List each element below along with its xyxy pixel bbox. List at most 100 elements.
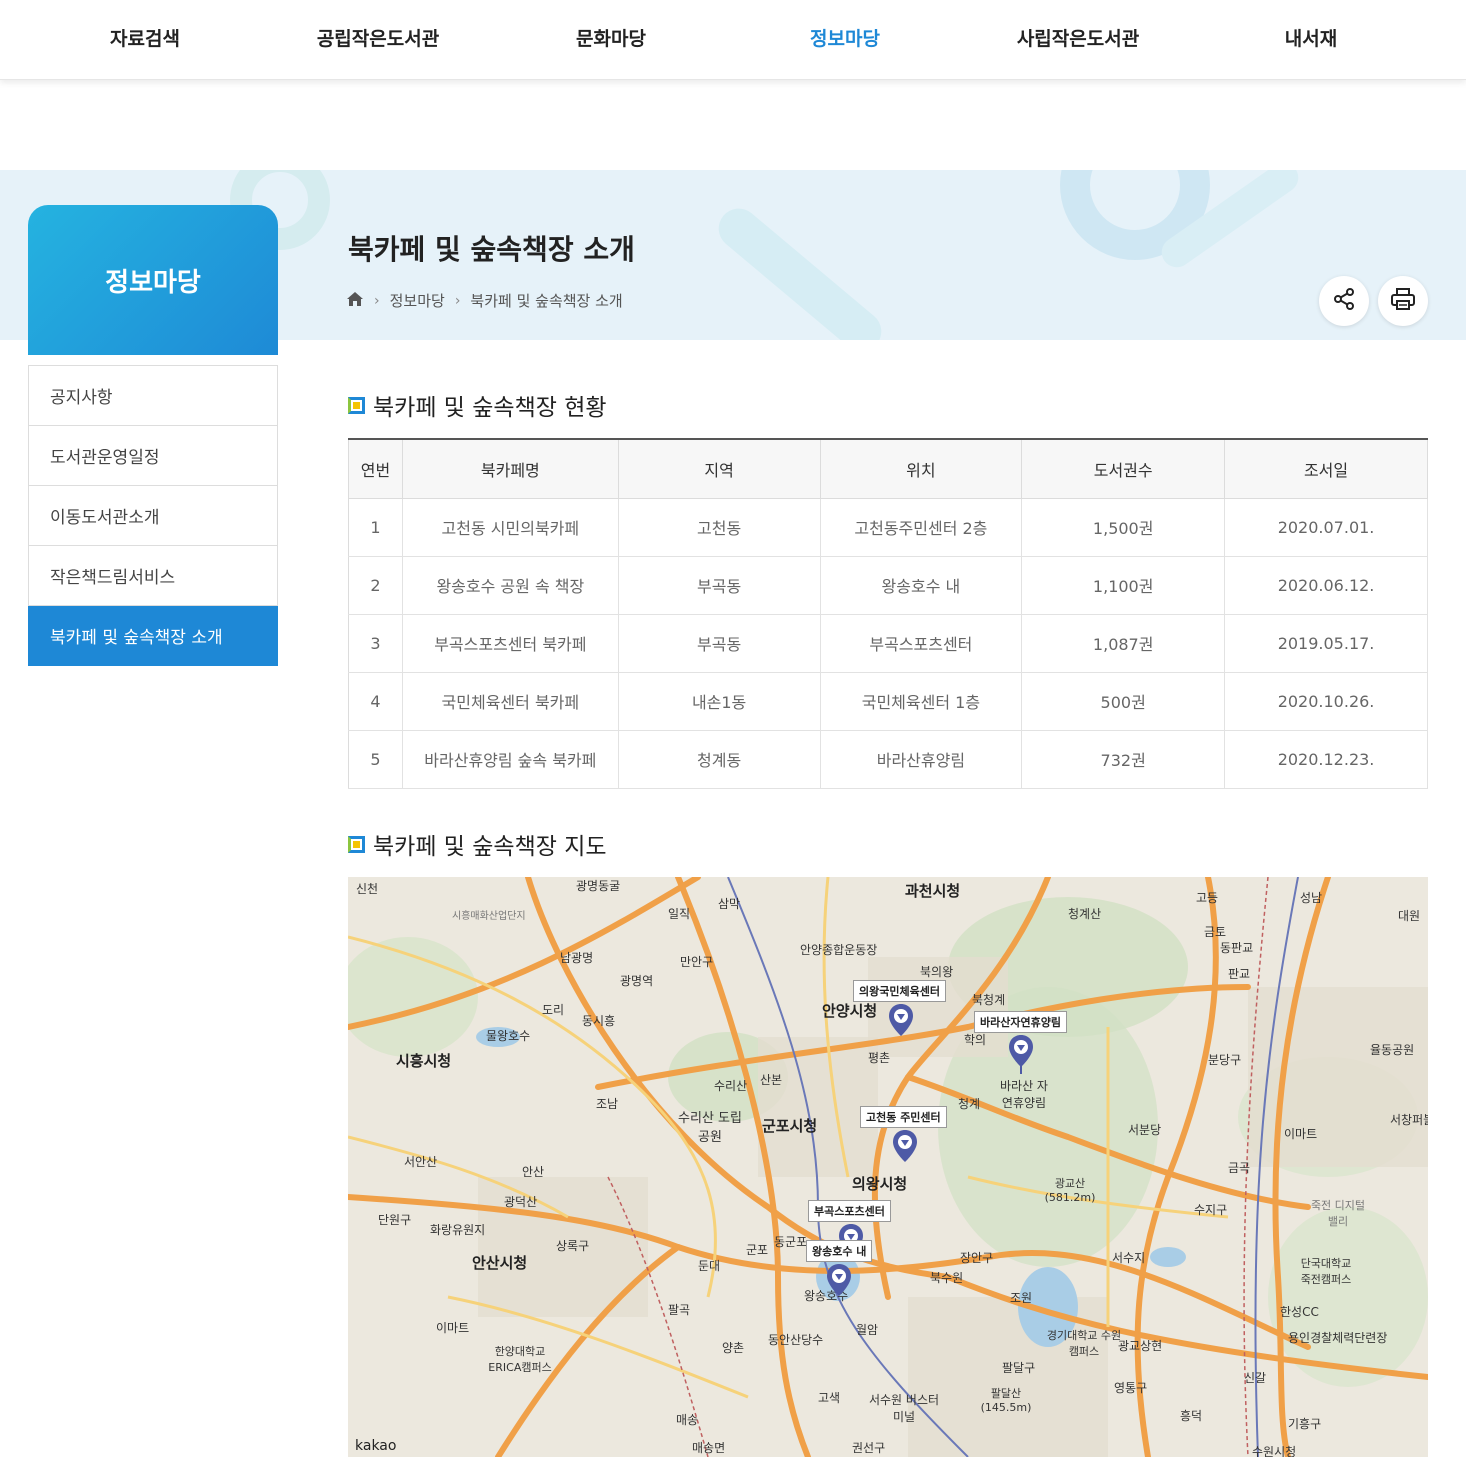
share-button[interactable] bbox=[1319, 276, 1369, 326]
table-cell: 2020.10.26. bbox=[1224, 671, 1428, 731]
place-label: 팔달산 (145.5m) bbox=[980, 1387, 1032, 1414]
book-cafe-table: 연번 북카페명 지역 위치 도서권수 조서일 1 고천동 시민의북카페 고천동 … bbox=[348, 438, 1428, 789]
place-label: 일직 bbox=[668, 907, 691, 921]
table-cell: 바라산휴양림 숲속 북카페 bbox=[401, 729, 619, 789]
banner-decoration bbox=[710, 200, 890, 340]
place-label: 동판교 bbox=[1220, 941, 1254, 955]
map-marker-label[interactable]: 왕송호수 내 bbox=[806, 1240, 873, 1262]
city-label: 과천시청 bbox=[905, 882, 961, 900]
place-label: 팔달구 bbox=[1002, 1361, 1036, 1375]
place-label: 이마트 bbox=[1284, 1127, 1318, 1141]
breadcrumb-item[interactable]: 북카페 및 숲속책장 소개 bbox=[470, 290, 622, 311]
column-header: 도서권수 bbox=[1021, 439, 1226, 499]
share-icon bbox=[1332, 287, 1356, 315]
place-label: 서안산 bbox=[404, 1155, 438, 1169]
column-header: 위치 bbox=[819, 439, 1023, 499]
top-navigation: 자료검색 공립작은도서관 문화마당 정보마당 사립작은도서관 내서재 bbox=[0, 0, 1466, 80]
table-cell: 1,087권 bbox=[1021, 613, 1226, 673]
place-label: 산본 bbox=[760, 1073, 783, 1087]
section-title-map: 북카페 및 숲속책장 지도 bbox=[348, 827, 607, 861]
table-cell: 고천동 bbox=[617, 497, 821, 557]
place-label: 성남 bbox=[1300, 891, 1323, 905]
place-label: 동군포 bbox=[774, 1235, 808, 1249]
place-label: 삼막 bbox=[718, 897, 741, 911]
nav-item-private-library[interactable]: 사립작은도서관 bbox=[1017, 24, 1139, 51]
column-header: 연번 bbox=[348, 439, 403, 499]
place-label: 대원 bbox=[1398, 909, 1421, 923]
place-label: 화랑유원지 bbox=[430, 1223, 486, 1237]
table-row: 2 왕송호수 공원 속 책장 부곡동 왕송호수 내 1,100권 2020.06… bbox=[348, 555, 1428, 615]
sidebar-menu: 공지사항 도서관운영일정 이동도서관소개 작은책드림서비스 북카페 및 숲속책장… bbox=[28, 365, 278, 666]
place-label: 판교 bbox=[1228, 967, 1251, 981]
place-label: 학의 bbox=[964, 1033, 987, 1047]
print-button[interactable] bbox=[1378, 276, 1428, 326]
place-label: 팔곡 bbox=[668, 1303, 691, 1317]
place-label: 신갈 bbox=[1244, 1371, 1267, 1385]
table-cell: 2020.12.23. bbox=[1224, 729, 1428, 789]
place-label: 단원구 bbox=[378, 1213, 412, 1227]
place-label: 광명동굴 bbox=[576, 879, 621, 893]
map-marker-label[interactable]: 고천동 주민센터 bbox=[860, 1106, 947, 1128]
home-icon[interactable] bbox=[346, 291, 364, 311]
place-label: 용인경찰체력단련장 bbox=[1288, 1331, 1388, 1345]
table-cell: 고천동주민센터 2층 bbox=[819, 497, 1023, 557]
table-cell: 1,500권 bbox=[1021, 497, 1226, 557]
place-label: 분당구 bbox=[1208, 1053, 1242, 1067]
sidebar-item-book-dream[interactable]: 작은책드림서비스 bbox=[28, 546, 278, 606]
print-icon bbox=[1390, 287, 1416, 315]
sidebar-item-book-cafe[interactable]: 북카페 및 숲속책장 소개 bbox=[28, 606, 278, 666]
place-label: 북청계 bbox=[972, 993, 1006, 1007]
city-label: 의왕시청 bbox=[852, 1175, 908, 1193]
place-label: 남광명 bbox=[560, 951, 594, 965]
place-label: 영통구 bbox=[1114, 1381, 1148, 1395]
table-row: 1 고천동 시민의북카페 고천동 고천동주민센터 2층 1,500권 2020.… bbox=[348, 497, 1428, 557]
place-label: 수지구 bbox=[1194, 1203, 1228, 1217]
place-label: 이마트 bbox=[436, 1321, 470, 1335]
map-marker-label[interactable]: 바라산자연휴양림 bbox=[974, 1011, 1067, 1033]
map-view[interactable]: 과천시청 안양시청 시흥시청 군포시청 의왕시청 안산시청 신천 광명동굴 일직… bbox=[348, 877, 1428, 1457]
sidebar-item-notice[interactable]: 공지사항 bbox=[28, 366, 278, 426]
place-label: 안양종합운동장 bbox=[800, 943, 878, 957]
map-marker-label[interactable]: 의왕국민체육센터 bbox=[853, 980, 946, 1002]
map-marker-label[interactable]: 부곡스포츠센터 bbox=[808, 1200, 891, 1222]
nav-item-search[interactable]: 자료검색 bbox=[110, 24, 180, 51]
map-marker-icon[interactable] bbox=[892, 1129, 918, 1163]
city-label: 안산시청 bbox=[472, 1254, 528, 1272]
table-cell: 국민체육센터 1층 bbox=[819, 671, 1023, 731]
nav-item-public-library[interactable]: 공립작은도서관 bbox=[317, 24, 439, 51]
place-label: 평촌 bbox=[868, 1051, 891, 1065]
table-cell: 5 bbox=[348, 729, 403, 789]
place-label: 조원 bbox=[1010, 1291, 1033, 1305]
place-label: 청계 bbox=[958, 1097, 981, 1111]
table-cell: 732권 bbox=[1021, 729, 1226, 789]
table-cell: 3 bbox=[348, 613, 403, 673]
table-cell: 고천동 시민의북카페 bbox=[401, 497, 619, 557]
place-label: 시흥매화산업단지 bbox=[452, 911, 526, 922]
map-marker-icon[interactable] bbox=[1008, 1034, 1034, 1074]
place-label: 광교상현 bbox=[1118, 1339, 1163, 1353]
table-row: 4 국민체육센터 북카페 내손1동 국민체육센터 1층 500권 2020.10… bbox=[348, 671, 1428, 731]
table-row: 5 바라산휴양림 숲속 북카페 청계동 바라산휴양림 732권 2020.12.… bbox=[348, 729, 1428, 789]
place-label: 수리산 도립공원 bbox=[678, 1111, 742, 1145]
nav-item-info[interactable]: 정보마당 bbox=[810, 24, 880, 51]
nav-item-my-library[interactable]: 내서재 bbox=[1285, 24, 1337, 51]
table-cell: 1 bbox=[348, 497, 403, 557]
place-label: 광교산 (581.2m) bbox=[1044, 1177, 1096, 1204]
place-label: 수원시청 bbox=[1252, 1445, 1297, 1457]
place-label: 동안산당수 bbox=[768, 1333, 824, 1347]
section-bullet-icon bbox=[348, 396, 365, 414]
place-label: 고색 bbox=[818, 1391, 841, 1405]
map-marker-icon[interactable] bbox=[826, 1263, 852, 1297]
table-cell: 청계동 bbox=[617, 729, 821, 789]
kakao-logo[interactable]: kakao bbox=[355, 1438, 396, 1454]
sidebar-item-schedule[interactable]: 도서관운영일정 bbox=[28, 426, 278, 486]
place-label: 양촌 bbox=[722, 1341, 745, 1355]
map-marker-icon[interactable] bbox=[888, 1003, 914, 1037]
sidebar-item-mobile-library[interactable]: 이동도서관소개 bbox=[28, 486, 278, 546]
nav-item-culture[interactable]: 문화마당 bbox=[576, 24, 646, 51]
sidebar-title: 정보마당 bbox=[28, 205, 278, 355]
place-label: 조남 bbox=[596, 1097, 619, 1111]
breadcrumb-item[interactable]: 정보마당 bbox=[390, 290, 445, 311]
place-label: 북수원 bbox=[930, 1271, 964, 1285]
place-label: 군포 bbox=[746, 1243, 769, 1257]
